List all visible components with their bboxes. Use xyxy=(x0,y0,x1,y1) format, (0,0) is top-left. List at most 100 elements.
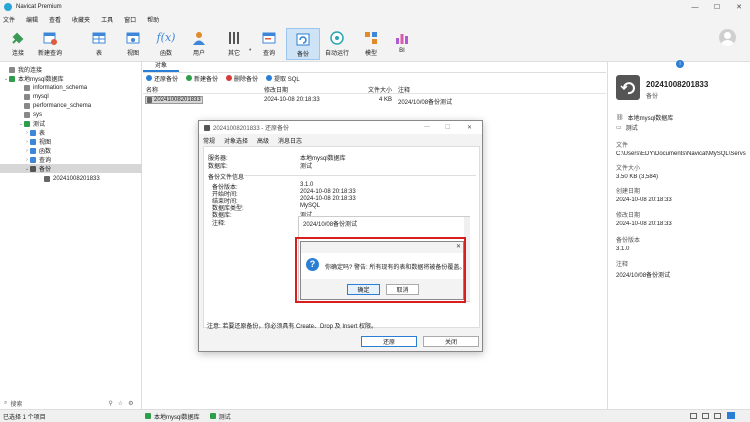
detail-view-icon[interactable] xyxy=(714,413,721,419)
connect-button[interactable]: 连接 xyxy=(1,28,35,60)
database-value: 测试 xyxy=(300,164,313,170)
menu-help[interactable]: 帮助 xyxy=(147,15,159,24)
filter-icon[interactable]: ⚲ xyxy=(108,400,112,407)
info-field-comment: 注释 2024/10/08备份测试 xyxy=(616,262,671,279)
tab-objects[interactable]: 对象 xyxy=(143,62,179,72)
function-button[interactable]: f(x) 函数 xyxy=(149,28,183,60)
sidebar-item[interactable]: 我的连接 xyxy=(0,65,142,74)
restore-maximize-button[interactable]: ☐ xyxy=(445,124,450,131)
model-button[interactable]: 模型 xyxy=(354,28,388,60)
section-heading: 备份文件信息 xyxy=(208,175,245,181)
menu-tools[interactable]: 工具 xyxy=(101,15,113,24)
sidebar-item-label: 本地mysql数据库 xyxy=(18,77,64,83)
tab-message-log[interactable]: 消息日志 xyxy=(278,136,302,145)
sidebar-item[interactable]: sys xyxy=(0,110,142,119)
highlight-annotation-box xyxy=(295,237,466,303)
sidebar-item[interactable]: › 查询 xyxy=(0,155,142,164)
bi-icon xyxy=(393,29,411,46)
tree-node-icon xyxy=(30,138,36,145)
tools-icon xyxy=(225,29,243,46)
list-view-icon[interactable] xyxy=(690,413,697,419)
info-field-file: 文件 C:\Users\EDY\Documents\Navicat\MySQL\S… xyxy=(616,143,746,157)
menu-file[interactable]: 文件 xyxy=(3,15,15,24)
status-connection: 本地mysql数据库 xyxy=(154,414,200,421)
grid-view-icon[interactable] xyxy=(702,413,709,419)
object-action-bar: 还原备份 新建备份 删除备份 提取 SQL xyxy=(143,73,606,83)
status-bar: 已选择 1 个项目 本地mysql数据库 测试 xyxy=(0,409,750,422)
settings-icon[interactable]: ⚙ xyxy=(128,400,133,407)
restore-close-dialog-button[interactable]: 关闭 xyxy=(423,336,479,347)
bi-button[interactable]: BI xyxy=(385,28,419,60)
sidebar-item-label: 20241008201833 xyxy=(53,175,100,182)
restore-ok-button[interactable]: 还原 xyxy=(361,336,417,347)
user-icon xyxy=(190,29,208,46)
sidebar-item[interactable]: › 表 xyxy=(0,128,142,137)
sidebar-item[interactable]: › 函数 xyxy=(0,146,142,155)
star-icon[interactable]: ☆ xyxy=(118,400,123,407)
table-button[interactable]: 表 xyxy=(82,28,116,60)
view-button[interactable]: 视图 xyxy=(116,28,150,60)
restore-close-button[interactable]: ✕ xyxy=(467,124,472,131)
plug-icon xyxy=(9,29,27,46)
sidebar-search-input[interactable]: 搜索 xyxy=(10,399,100,408)
restore-tabs: 常规 对象选择 高级 消息日志 xyxy=(203,136,311,145)
search-icon: ⌕ xyxy=(4,399,8,406)
window-title: Navicat Premium xyxy=(16,4,62,10)
new-query-icon xyxy=(41,29,59,46)
sidebar-item[interactable]: 20241008201833 xyxy=(0,174,142,183)
info-field-size: 文件大小 3.50 KB (3,584) xyxy=(616,166,659,180)
delete-backup-button[interactable]: 删除备份 xyxy=(226,74,258,83)
menu-view[interactable]: 查看 xyxy=(49,15,61,24)
menu-favorites[interactable]: 收藏夹 xyxy=(72,15,90,24)
menu-edit[interactable]: 编辑 xyxy=(26,15,38,24)
automation-button[interactable]: 自动运行 xyxy=(320,28,354,60)
info-field-created: 创建日期 2024-10-08 20:18:33 xyxy=(616,189,672,203)
info-field-modified: 修改日期 2024-10-08 20:18:33 xyxy=(616,213,672,227)
sidebar-item[interactable]: information_schema xyxy=(0,83,142,92)
extract-sql-button[interactable]: 提取 SQL xyxy=(266,74,300,83)
tree-node-icon xyxy=(44,175,50,182)
user-button[interactable]: 用户 xyxy=(182,28,216,60)
connection-tree-panel: 我的连接 ⌄ 本地mysql数据库 information_schema mysql pe… xyxy=(0,62,142,409)
close-window-button[interactable]: ✕ xyxy=(728,0,750,14)
info-panel: i 20241008201833 备份 ⛓ 本地mysql数据库 ▭ 测试 文件 C:… xyxy=(607,60,750,409)
sidebar-item-label: sys xyxy=(33,111,42,118)
backup-large-icon xyxy=(616,75,640,100)
menu-bar: 文件 编辑 查看 收藏夹 工具 窗口 帮助 xyxy=(0,14,750,25)
tab-advanced[interactable]: 高级 xyxy=(257,136,269,145)
info-title: 20241008201833 xyxy=(646,80,709,89)
table-row[interactable]: 20241008201833 2024-10-08 20:18:33 4 KB … xyxy=(145,95,607,106)
maximize-button[interactable]: ☐ xyxy=(706,0,728,14)
tree-node-icon xyxy=(24,84,30,91)
tree-node-icon xyxy=(24,111,30,118)
backup-button[interactable]: 备份 xyxy=(286,28,320,60)
new-query-button[interactable]: 新建查询 xyxy=(33,28,67,60)
panel-toggle-icon[interactable] xyxy=(727,412,735,419)
backup-icon xyxy=(294,30,312,47)
restore-icon xyxy=(146,75,152,81)
database-label: 数据库: xyxy=(208,164,228,170)
sidebar-item-label: 查询 xyxy=(39,158,52,164)
restore-backup-button[interactable]: 还原备份 xyxy=(146,74,178,83)
new-backup-button[interactable]: 新建备份 xyxy=(186,74,218,83)
restore-backup-dialog: 20241008201833 - 还原备份 — ☐ ✕ 常规 对象选择 高级 消… xyxy=(198,120,483,352)
sidebar-item[interactable]: › 视图 xyxy=(0,137,142,146)
sidebar-item[interactable]: mysql xyxy=(0,92,142,101)
info-subtitle: 备份 xyxy=(646,94,659,100)
query-button[interactable]: 查询 xyxy=(252,28,286,60)
menu-window[interactable]: 窗口 xyxy=(124,15,136,24)
main-toolbar: 连接 新建查询 表 视图 f(x) 函数 用户 其它 查询 备份 自动运行 模型 xyxy=(0,25,750,62)
minimize-button[interactable]: — xyxy=(684,0,706,14)
user-avatar[interactable] xyxy=(719,29,736,46)
sidebar-item[interactable]: ⌄ 测试 xyxy=(0,119,142,128)
info-icon[interactable]: i xyxy=(676,60,684,68)
link-icon: ⛓ xyxy=(616,115,624,121)
restore-minimize-button[interactable]: — xyxy=(424,124,430,130)
sidebar-item[interactable]: ⌄ 备份 xyxy=(0,164,142,173)
other-button[interactable]: 其它 xyxy=(217,28,251,60)
sidebar-item[interactable]: performance_schema xyxy=(0,101,142,110)
start-time-value: 2024-10-08 20:18:33 xyxy=(300,189,356,195)
sidebar-item[interactable]: ⌄ 本地mysql数据库 xyxy=(0,74,142,83)
tab-object-selection[interactable]: 对象选择 xyxy=(224,136,248,145)
tab-general[interactable]: 常规 xyxy=(203,136,215,145)
